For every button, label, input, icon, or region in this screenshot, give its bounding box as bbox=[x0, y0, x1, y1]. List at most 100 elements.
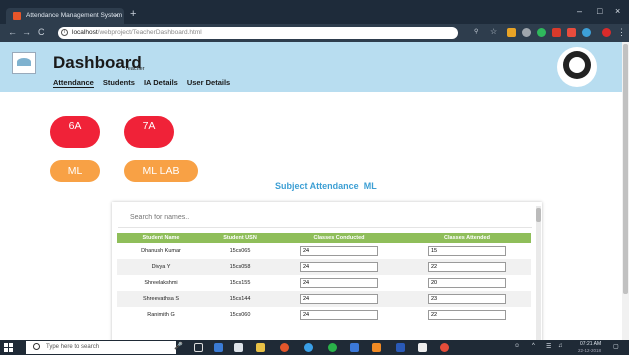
taskbar-search-placeholder: Type here to search bbox=[46, 344, 100, 350]
windows-start-icon[interactable] bbox=[4, 343, 13, 352]
new-tab-button[interactable]: + bbox=[130, 8, 136, 20]
classes-conducted-input[interactable] bbox=[300, 294, 378, 304]
nav-user-details[interactable]: User Details bbox=[187, 78, 230, 88]
classes-conducted-cell bbox=[275, 275, 403, 291]
extension-icon[interactable] bbox=[522, 28, 531, 37]
classes-conducted-cell bbox=[275, 259, 403, 275]
tab-title: Attendance Management System bbox=[26, 12, 123, 19]
user-avatar-icon[interactable] bbox=[557, 47, 597, 87]
extension-icon[interactable] bbox=[507, 28, 516, 37]
classes-attended-cell bbox=[403, 307, 531, 323]
edge-icon[interactable] bbox=[304, 343, 313, 352]
extension-icon[interactable] bbox=[537, 28, 546, 37]
classes-attended-cell bbox=[403, 243, 531, 259]
student-usn: 15cs155 bbox=[229, 280, 251, 286]
microphone-icon[interactable]: 🎤 bbox=[174, 342, 183, 351]
column-header: Student Name bbox=[117, 233, 205, 243]
student-usn: 15cs065 bbox=[229, 248, 251, 254]
clock-date[interactable]: 22-12-2018 bbox=[578, 348, 601, 353]
extension-icon[interactable] bbox=[552, 28, 561, 37]
chrome-icon[interactable] bbox=[328, 343, 337, 352]
classes-attended-input[interactable] bbox=[428, 278, 506, 288]
word-icon[interactable] bbox=[396, 343, 405, 352]
classes-attended-input[interactable] bbox=[428, 310, 506, 320]
tray-arrow-icon[interactable]: ^ bbox=[532, 343, 535, 349]
column-header: Classes Attended bbox=[403, 233, 531, 243]
app-header: Dashboard Teacher Attendance Students IA… bbox=[0, 42, 622, 92]
url-host: localhost bbox=[72, 29, 98, 36]
back-icon[interactable]: ← bbox=[8, 27, 17, 37]
college-logo bbox=[12, 52, 36, 74]
classes-attended-input[interactable] bbox=[428, 294, 506, 304]
tab-close-icon[interactable]: × bbox=[114, 11, 119, 20]
store-icon[interactable] bbox=[234, 343, 243, 352]
extension-icon[interactable] bbox=[567, 28, 576, 37]
task-view-icon[interactable] bbox=[194, 343, 203, 352]
classes-conducted-cell bbox=[275, 291, 403, 307]
nav-attendance[interactable]: Attendance bbox=[53, 78, 94, 88]
classes-attended-input[interactable] bbox=[428, 262, 506, 272]
browser-tab[interactable]: Attendance Management System × bbox=[6, 8, 124, 24]
card-scrollbar[interactable] bbox=[536, 206, 541, 340]
table-row: Ranimith G 15cs060 bbox=[117, 307, 531, 323]
address-bar[interactable]: i localhost/webproject/TeacherDashboard.… bbox=[58, 27, 458, 39]
reload-icon[interactable]: C bbox=[38, 27, 45, 37]
attendance-card: Student Name Student USN Classes Conduct… bbox=[112, 202, 542, 342]
section-title: Subject Attendance ML bbox=[275, 181, 377, 191]
classes-conducted-input[interactable] bbox=[300, 262, 378, 272]
role-label: Teacher bbox=[125, 66, 145, 72]
classes-conducted-input[interactable] bbox=[300, 310, 378, 320]
key-icon[interactable]: ⚲ bbox=[474, 28, 486, 37]
student-name: Shreelakshmi bbox=[144, 280, 178, 286]
app-icon[interactable] bbox=[350, 343, 359, 352]
table-row: Shreevathsa S 15cs144 bbox=[117, 291, 531, 307]
column-header: Student USN bbox=[205, 233, 275, 243]
student-name: Shreevathsa S bbox=[117, 291, 205, 307]
windows-taskbar: Type here to search 🎤 ☺ ^ ☰ ♫ 07:21 AM 2… bbox=[0, 340, 629, 355]
taskbar-search[interactable]: Type here to search bbox=[26, 341, 176, 354]
search-input[interactable] bbox=[118, 208, 532, 228]
clock-time[interactable]: 07:21 AM bbox=[580, 341, 601, 347]
info-icon[interactable]: i bbox=[61, 29, 68, 36]
profile-icon[interactable] bbox=[602, 28, 611, 37]
subject-button-ml-lab[interactable]: ML LAB bbox=[124, 160, 198, 182]
folder-icon[interactable] bbox=[256, 343, 265, 352]
photos-icon[interactable] bbox=[418, 343, 427, 352]
forward-icon[interactable]: → bbox=[22, 27, 31, 37]
network-icon[interactable]: ☰ bbox=[546, 343, 551, 350]
classes-attended-cell bbox=[403, 291, 531, 307]
section-label: Subject Attendance bbox=[275, 181, 359, 191]
student-usn: 15cs058 bbox=[205, 259, 275, 275]
notifications-icon[interactable]: ▢ bbox=[613, 343, 619, 350]
column-header: Classes Conducted bbox=[275, 233, 403, 243]
classes-conducted-input[interactable] bbox=[300, 278, 378, 288]
main-nav: Attendance Students IA Details User Deta… bbox=[53, 78, 230, 88]
file-explorer-icon[interactable] bbox=[214, 343, 223, 352]
class-button-7a[interactable]: 7A bbox=[124, 116, 174, 148]
menu-icon[interactable]: ⋮ bbox=[617, 27, 626, 38]
page-scrollbar-thumb[interactable] bbox=[623, 44, 628, 294]
app-icon[interactable] bbox=[372, 343, 381, 352]
table-header-row: Student Name Student USN Classes Conduct… bbox=[117, 233, 531, 243]
nav-students[interactable]: Students bbox=[103, 78, 135, 88]
people-icon[interactable]: ☺ bbox=[514, 343, 520, 349]
search-icon bbox=[33, 343, 40, 350]
volume-icon[interactable]: ♫ bbox=[558, 343, 563, 349]
subject-button-ml[interactable]: ML bbox=[50, 160, 100, 182]
maximize-button[interactable]: □ bbox=[597, 6, 602, 16]
bookmark-star-icon[interactable]: ☆ bbox=[490, 27, 499, 36]
browser-titlebar: Attendance Management System × + – □ × bbox=[0, 0, 629, 24]
student-name: Divya Y bbox=[117, 259, 205, 275]
classes-attended-input[interactable] bbox=[428, 246, 506, 256]
class-button-6a[interactable]: 6A bbox=[50, 116, 100, 148]
classes-conducted-input[interactable] bbox=[300, 246, 378, 256]
classes-attended-cell bbox=[403, 275, 531, 291]
minimize-button[interactable]: – bbox=[577, 6, 582, 16]
close-window-button[interactable]: × bbox=[615, 6, 620, 16]
table-row: Dhanush Kumar 15cs065 bbox=[117, 243, 531, 259]
nav-ia-details[interactable]: IA Details bbox=[144, 78, 178, 88]
attendance-table: Student Name Student USN Classes Conduct… bbox=[117, 233, 531, 323]
app-icon[interactable] bbox=[440, 343, 449, 352]
extension-icon[interactable] bbox=[582, 28, 591, 37]
browser-app-icon[interactable] bbox=[280, 343, 289, 352]
